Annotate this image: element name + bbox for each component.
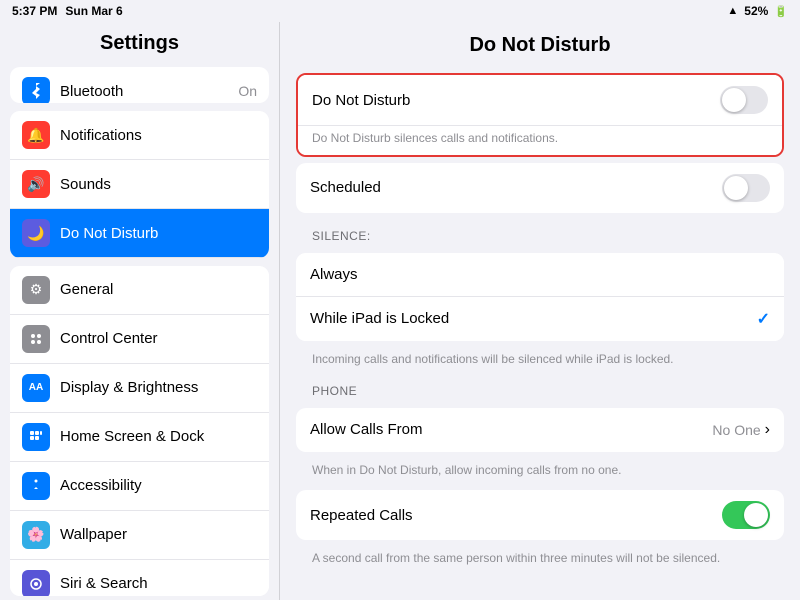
silence-desc: Incoming calls and notifications will be… [296,347,784,374]
dnd-toggle-label: Do Not Disturb [312,92,720,109]
dnd-toggle[interactable] [720,86,768,114]
sidebar-item-home-screen[interactable]: Home Screen & Dock [10,413,269,462]
sidebar-item-accessibility[interactable]: Accessibility [10,462,269,511]
allow-calls-label: Allow Calls From [310,421,712,438]
sidebar-item-do-not-disturb[interactable]: 🌙 Do Not Disturb [10,209,269,257]
general-icon: ⚙ [22,276,50,304]
silence-section-label: SILENCE: [296,219,784,247]
control-center-label: Control Center [60,330,257,347]
wallpaper-icon: 🌸 [22,521,50,549]
display-brightness-label: Display & Brightness [60,379,257,396]
content-title: Do Not Disturb [280,22,800,67]
repeated-calls-desc: A second call from the same person withi… [296,546,784,573]
sidebar-item-bluetooth[interactable]: Bluetooth On [10,67,269,103]
allow-calls-row[interactable]: Allow Calls From No One › [296,408,784,452]
repeated-calls-row: Repeated Calls [296,490,784,540]
sidebar-section-3: ⚙ General Control Center AA Display & Br… [10,266,269,596]
wallpaper-label: Wallpaper [60,526,257,543]
siri-search-label: Siri & Search [60,575,257,592]
scheduled-toggle[interactable] [722,174,770,202]
allow-calls-value: No One [712,422,760,438]
repeated-calls-toggle[interactable] [722,501,770,529]
battery-icon: 🔋 [774,5,788,18]
dnd-toggle-row: Do Not Disturb [298,75,782,126]
sidebar-item-general[interactable]: ⚙ General [10,266,269,315]
notifications-icon: 🔔 [22,121,50,149]
scheduled-group: Scheduled [296,163,784,213]
sidebar-section-2: 🔔 Notifications 🔊 Sounds 🌙 Do Not Distur… [10,111,269,257]
accessibility-label: Accessibility [60,477,257,494]
silence-locked-check: ✓ [757,309,770,329]
sidebar-item-siri-search[interactable]: Siri & Search [10,560,269,596]
status-left: 5:37 PM Sun Mar 6 [12,4,123,18]
sidebar-item-control-center[interactable]: Control Center [10,315,269,364]
repeated-calls-label: Repeated Calls [310,507,722,524]
wifi-icon: ▲ [727,5,738,17]
silence-group: Always While iPad is Locked ✓ [296,253,784,341]
bluetooth-label: Bluetooth [60,83,238,100]
do-not-disturb-label: Do Not Disturb [60,225,257,242]
siri-search-icon [22,570,50,596]
sidebar-item-notifications[interactable]: 🔔 Notifications [10,111,269,160]
dnd-toggle-desc: Do Not Disturb silences calls and notifi… [298,126,782,155]
control-center-icon [22,325,50,353]
sidebar-item-sounds[interactable]: 🔊 Sounds [10,160,269,209]
status-date: Sun Mar 6 [65,4,122,18]
phone-section-label: PHONE [296,374,784,402]
sidebar-item-display-brightness[interactable]: AA Display & Brightness [10,364,269,413]
display-brightness-icon: AA [22,374,50,402]
notifications-label: Notifications [60,127,257,144]
accessibility-icon [22,472,50,500]
home-screen-label: Home Screen & Dock [60,428,257,445]
dnd-toggle-group: Do Not Disturb Do Not Disturb silences c… [296,73,784,157]
status-bar: 5:37 PM Sun Mar 6 ▲ 52% 🔋 [0,0,800,22]
allow-calls-group: Allow Calls From No One › [296,408,784,452]
main-layout: Settings Bluetooth On 🔔 Notifications 🔊 [0,22,800,600]
sidebar-title: Settings [0,22,279,63]
do-not-disturb-icon: 🌙 [22,219,50,247]
sidebar-section-1: Bluetooth On [10,67,269,103]
sidebar: Settings Bluetooth On 🔔 Notifications 🔊 [0,22,280,600]
status-time: 5:37 PM [12,4,57,18]
allow-calls-chevron: › [765,421,770,439]
general-label: General [60,281,257,298]
bluetooth-value: On [238,83,257,99]
allow-calls-desc: When in Do Not Disturb, allow incoming c… [296,458,784,485]
content-area: Do Not Disturb Do Not Disturb Do Not Dis… [280,22,800,600]
bluetooth-icon [22,77,50,103]
repeated-calls-group: Repeated Calls [296,490,784,540]
status-right: ▲ 52% 🔋 [727,4,788,18]
scheduled-label: Scheduled [310,179,722,196]
battery-level: 52% [744,4,768,18]
silence-locked-row[interactable]: While iPad is Locked ✓ [296,297,784,341]
silence-locked-label: While iPad is Locked [310,310,757,327]
sounds-label: Sounds [60,176,257,193]
sounds-icon: 🔊 [22,170,50,198]
silence-always-label: Always [310,266,770,283]
home-screen-icon [22,423,50,451]
sidebar-item-wallpaper[interactable]: 🌸 Wallpaper [10,511,269,560]
scheduled-row: Scheduled [296,163,784,213]
silence-always-row[interactable]: Always [296,253,784,297]
